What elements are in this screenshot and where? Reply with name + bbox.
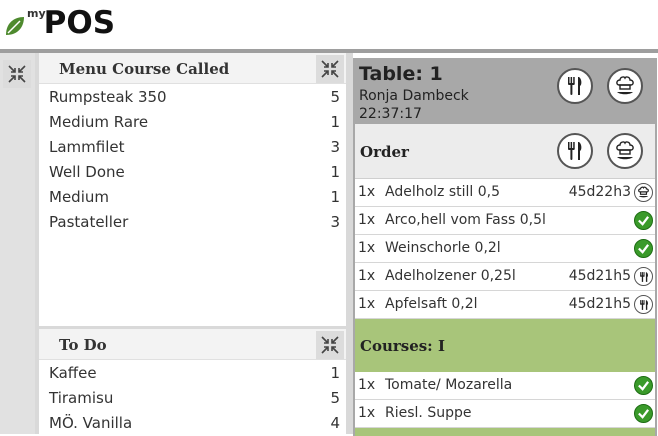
check-icon[interactable] — [634, 404, 653, 423]
list-item[interactable]: Medium Rare 1 — [39, 109, 346, 134]
order-name: Adelholz still 0,5 — [385, 184, 501, 200]
item-qty: 3 — [330, 212, 340, 231]
left-sidebar — [0, 53, 35, 434]
course-row[interactable]: 1x Tomate/ Mozarella — [355, 372, 655, 400]
panel-title: Menu Course Called — [59, 60, 230, 78]
order-header: Order — [355, 124, 655, 179]
order-name: Apfelsaft 0,2l — [385, 296, 478, 312]
call-kitchen-button[interactable] — [607, 68, 643, 104]
cutlery-icon[interactable] — [634, 267, 653, 286]
menu-course-list: Rumpsteak 350 5 Medium Rare 1 Lammfilet 3 W… — [39, 84, 346, 234]
collapse-icon — [8, 65, 26, 83]
collapse-icon — [321, 336, 339, 354]
order-name: Arco,hell vom Fass 0,5l — [385, 212, 546, 228]
table-header: Table: 1 Ronja Dambeck 22:37:17 — [355, 60, 655, 124]
todo-panel: To Do Kaffee 1 Tiramisu 5 MÖ. Vanilla 4 — [39, 329, 346, 434]
order-row[interactable]: 1x Weinschorle 0,2l — [355, 235, 655, 263]
check-icon[interactable] — [634, 211, 653, 230]
serve-order-button[interactable] — [557, 133, 593, 169]
order-qty: 1x — [358, 240, 376, 256]
item-name: Kaffee — [49, 363, 97, 382]
order-title: Order — [360, 143, 409, 161]
item-name: Rumpsteak 350 — [49, 87, 167, 106]
collapse-panel-button[interactable] — [316, 55, 344, 83]
collapse-panel-button[interactable] — [316, 331, 344, 359]
order-time: 45d21h5 — [568, 296, 631, 312]
check-icon[interactable] — [634, 376, 653, 395]
item-qty: 5 — [330, 388, 340, 407]
item-qty: 1 — [330, 363, 340, 382]
call-kitchen-order-button[interactable] — [607, 133, 643, 169]
order-time: 45d21h5 — [568, 268, 631, 284]
order-qty: 1x — [358, 268, 376, 284]
courses-header: Courses: I — [355, 319, 655, 372]
collapse-icon — [321, 60, 339, 78]
panel-divider — [346, 53, 353, 434]
chef-icon[interactable] — [634, 183, 653, 202]
todo-list: Kaffee 1 Tiramisu 5 MÖ. Vanilla 4 — [39, 360, 346, 435]
item-name: MÖ. Vanilla — [49, 413, 133, 432]
table-time: 22:37:17 — [359, 106, 422, 122]
item-qty: 3 — [330, 137, 340, 156]
item-name: Well Done — [49, 162, 125, 181]
list-item[interactable]: Rumpsteak 350 5 — [39, 84, 346, 109]
course-name: Riesl. Suppe — [385, 405, 472, 421]
item-qty: 5 — [330, 87, 340, 106]
order-row[interactable]: 1x Adelholzener 0,25l 45d21h5 — [355, 263, 655, 291]
order-row[interactable]: 1x Adelholz still 0,5 45d22h3 — [355, 179, 655, 207]
leaf-logo-icon — [6, 17, 24, 35]
cutlery-icon[interactable] — [634, 295, 653, 314]
order-row[interactable]: 1x Arco,hell vom Fass 0,5l — [355, 207, 655, 235]
list-item[interactable]: Medium 1 — [39, 184, 346, 209]
waiter-name: Ronja Dambeck — [359, 88, 469, 104]
order-time: 45d22h3 — [568, 184, 631, 200]
check-icon[interactable] — [634, 239, 653, 258]
order-name: Weinschorle 0,2l — [385, 240, 501, 256]
table-order-panel: Table: 1 Ronja Dambeck 22:37:17 Order 1x… — [353, 58, 657, 436]
collapse-all-button[interactable] — [3, 60, 31, 88]
item-qty: 1 — [330, 187, 340, 206]
course-row[interactable]: 1x Riesl. Suppe — [355, 400, 655, 428]
chef-icon — [616, 76, 634, 95]
list-item[interactable]: Lammfilet 3 — [39, 134, 346, 159]
order-qty: 1x — [358, 296, 376, 312]
courses-title: Courses: I — [360, 337, 445, 355]
list-item[interactable]: Kaffee 1 — [39, 360, 346, 385]
order-qty: 1x — [358, 212, 376, 228]
todo-header: To Do — [39, 329, 346, 360]
courses-footer — [355, 428, 655, 436]
chef-icon — [616, 141, 634, 160]
item-name: Tiramisu — [49, 388, 114, 407]
app-logo: my POS — [4, 6, 115, 42]
item-qty: 1 — [330, 162, 340, 181]
menu-course-called-header: Menu Course Called — [39, 53, 346, 84]
logo-pos-text: POS — [43, 5, 116, 41]
serve-table-button[interactable] — [557, 68, 593, 104]
item-name: Medium — [49, 187, 109, 206]
order-name: Adelholzener 0,25l — [385, 268, 516, 284]
list-item[interactable]: Pastateller 3 — [39, 209, 346, 234]
menu-course-called-panel: Menu Course Called Rumpsteak 350 5 Medium… — [39, 53, 346, 326]
item-qty: 1 — [330, 112, 340, 131]
list-item[interactable]: Well Done 1 — [39, 159, 346, 184]
course-name: Tomate/ Mozarella — [385, 377, 513, 393]
course-qty: 1x — [358, 405, 376, 421]
course-qty: 1x — [358, 377, 376, 393]
cutlery-icon — [568, 77, 582, 95]
item-name: Pastateller — [49, 212, 129, 231]
order-row[interactable]: 1x Apfelsaft 0,2l 45d21h5 — [355, 291, 655, 319]
item-name: Medium Rare — [49, 112, 149, 131]
cutlery-icon — [568, 142, 582, 160]
list-item[interactable]: Tiramisu 5 — [39, 385, 346, 410]
list-item[interactable]: MÖ. Vanilla 4 — [39, 410, 346, 435]
item-name: Lammfilet — [49, 137, 125, 156]
panel-title: To Do — [59, 336, 107, 354]
item-qty: 4 — [330, 413, 340, 432]
table-title: Table: 1 — [359, 63, 443, 85]
order-qty: 1x — [358, 184, 376, 200]
